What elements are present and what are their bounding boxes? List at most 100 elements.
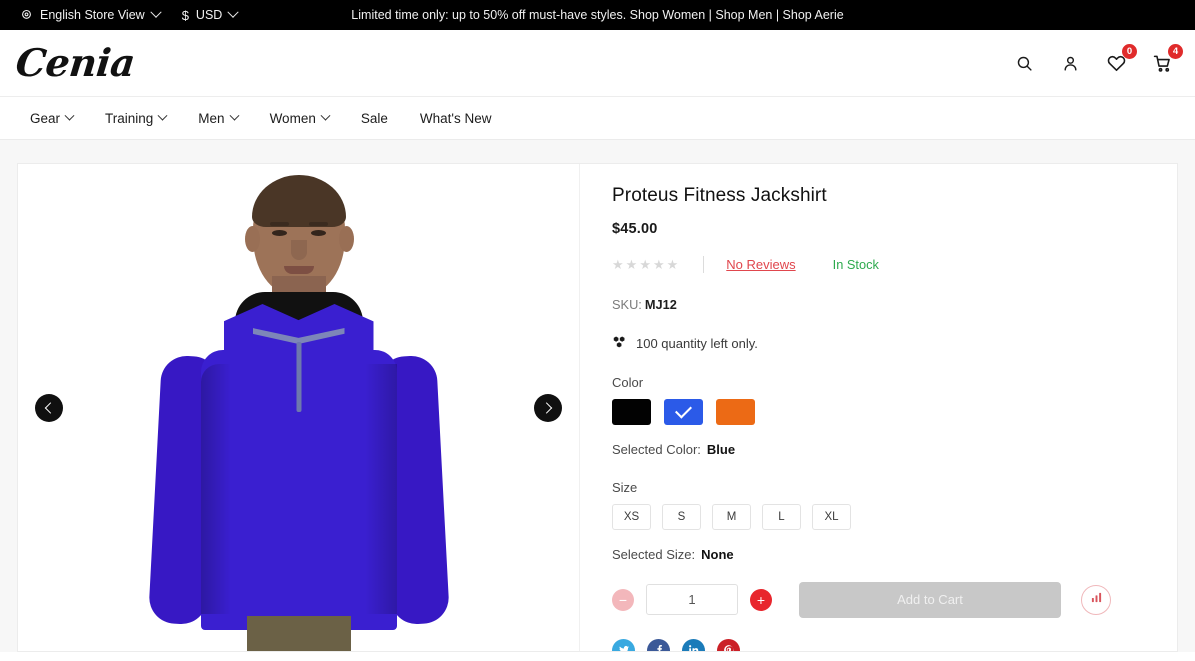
site-logo[interactable]: Cenia (14, 40, 137, 85)
no-reviews-link[interactable]: No Reviews (726, 257, 795, 272)
topbar-left-group: English Store View $ USD (20, 6, 239, 23)
star-rating[interactable]: ★ ★ ★ ★ ★ (612, 258, 678, 271)
quantity-left-row: 100 quantity left only. (612, 335, 1153, 352)
rating-divider (703, 256, 705, 274)
star-icon: ★ (666, 257, 679, 273)
color-swatch-group (612, 398, 1153, 425)
size-option-l[interactable]: L (762, 503, 801, 530)
purchase-row: − + Add to Cart (612, 581, 1153, 618)
model-pants (246, 616, 351, 651)
color-swatch-black[interactable] (612, 398, 651, 425)
chevron-right-icon (540, 401, 553, 414)
model-brow-left (269, 222, 289, 226)
product-price: $45.00 (612, 220, 658, 237)
nav-item-whats-new[interactable]: What's New (404, 111, 508, 126)
nav-item-gear[interactable]: Gear (14, 110, 89, 126)
color-swatch-orange[interactable] (716, 398, 755, 425)
header-icon-group: 0 4 (1011, 44, 1183, 76)
size-option-xl[interactable]: XL (812, 503, 851, 530)
size-option-m[interactable]: M (712, 503, 751, 530)
star-icon: ★ (639, 257, 651, 273)
chevron-down-icon (64, 110, 75, 121)
sku-row: SKU: MJ12 (612, 297, 1153, 312)
selected-color-label: Selected Color: (612, 441, 701, 457)
chevron-down-icon (229, 110, 240, 121)
currency-label: USD (195, 8, 223, 22)
nav-label: What's New (419, 110, 492, 126)
cart-count-badge: 4 (1168, 44, 1183, 59)
sku-value: MJ12 (644, 296, 677, 312)
pinterest-share-icon[interactable] (717, 638, 740, 651)
store-view-selector[interactable]: English Store View (20, 6, 162, 22)
quantity-decrement-button[interactable]: − (612, 588, 634, 611)
model-mouth (283, 266, 314, 274)
chevron-down-icon (320, 110, 331, 121)
color-swatch-blue[interactable] (664, 398, 703, 425)
site-header: Cenia 0 4 (0, 30, 1195, 96)
gallery-prev-button[interactable] (35, 393, 63, 422)
model-eye-left (271, 230, 287, 236)
product-card: Proteus Fitness Jackshirt $45.00 ★ ★ ★ ★… (17, 163, 1178, 652)
nav-item-women[interactable]: Women (254, 110, 345, 126)
model-eye-right (310, 230, 326, 236)
jacket-shading-right (364, 364, 397, 614)
model-brow-right (308, 222, 328, 226)
quantity-increment-button[interactable]: + (750, 588, 772, 611)
bar-chart-icon (1090, 591, 1103, 609)
star-icon: ★ (652, 257, 665, 273)
star-icon: ★ (612, 257, 624, 273)
product-image-figure (147, 164, 450, 651)
nav-label: Women (269, 110, 316, 126)
selected-size-value: None (701, 546, 734, 562)
sku-label: SKU: (612, 296, 642, 312)
nav-item-sale[interactable]: Sale (345, 111, 404, 126)
chevron-down-icon (150, 6, 162, 18)
selected-size-label: Selected Size: (612, 546, 696, 562)
facebook-share-icon[interactable] (647, 638, 670, 651)
chevron-left-icon (44, 401, 57, 414)
quantity-input[interactable] (646, 584, 738, 616)
model-hair (251, 175, 346, 227)
account-icon[interactable] (1057, 50, 1083, 76)
chevron-down-icon (157, 110, 168, 121)
nav-item-training[interactable]: Training (89, 110, 182, 126)
twitter-share-icon[interactable] (612, 638, 635, 651)
size-option-group: XS S M L XL (612, 503, 1153, 530)
model-nose (290, 240, 307, 260)
wishlist-count-badge: 0 (1122, 44, 1137, 59)
size-option-s[interactable]: S (662, 503, 701, 530)
search-icon[interactable] (1011, 50, 1037, 76)
quantity-left-text: 100 quantity left only. (636, 335, 758, 351)
store-view-label: English Store View (40, 8, 145, 22)
compare-button[interactable] (1081, 584, 1111, 615)
product-title: Proteus Fitness Jackshirt (612, 185, 827, 206)
selected-size-row: Selected Size: None (612, 547, 1153, 562)
selected-color-value: Blue (706, 441, 736, 457)
size-section-label: Size (612, 479, 638, 495)
rating-row: ★ ★ ★ ★ ★ No Reviews In Stock (612, 255, 1153, 275)
location-pin-icon (20, 9, 33, 22)
gallery-next-button[interactable] (534, 393, 562, 422)
nav-label: Training (105, 110, 154, 126)
nav-label: Men (198, 110, 225, 126)
nav-item-men[interactable]: Men (182, 110, 253, 126)
page-background: Proteus Fitness Jackshirt $45.00 ★ ★ ★ ★… (0, 140, 1195, 652)
wishlist-icon[interactable]: 0 (1103, 44, 1137, 76)
jacket-shading-left (200, 364, 231, 614)
linkedin-share-icon[interactable] (682, 638, 705, 651)
jacket-zipper (296, 342, 301, 412)
model-ear-left (244, 226, 260, 252)
add-to-cart-button[interactable]: Add to Cart (799, 581, 1061, 618)
stock-cubes-icon (612, 335, 626, 352)
star-icon: ★ (625, 257, 638, 273)
top-utility-bar: English Store View $ USD Limited time on… (0, 0, 1195, 30)
product-image (18, 164, 579, 651)
color-section-label: Color (612, 374, 644, 390)
cart-icon[interactable]: 4 (1149, 44, 1183, 76)
model-ear-right (338, 226, 354, 252)
social-share-group (612, 638, 1153, 651)
size-option-xs[interactable]: XS (612, 503, 651, 530)
currency-selector[interactable]: $ USD (182, 6, 239, 23)
chevron-down-icon (227, 6, 239, 18)
product-gallery (18, 164, 580, 651)
